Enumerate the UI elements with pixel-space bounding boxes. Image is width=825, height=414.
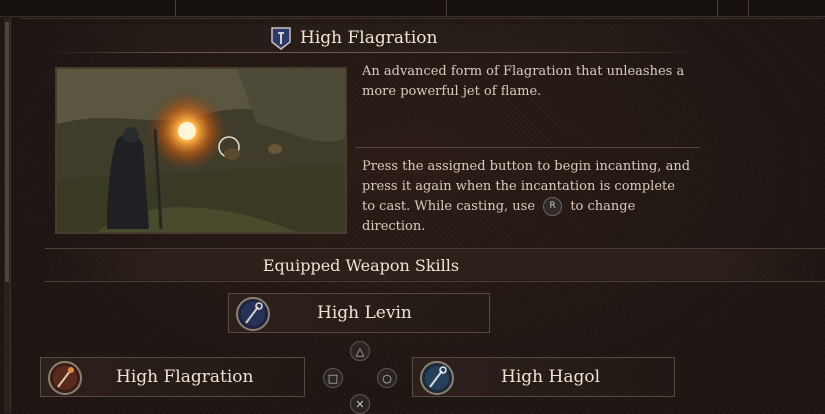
skill-slot-right[interactable]: High Hagol	[412, 357, 675, 397]
top-tab-bar	[0, 0, 825, 17]
scrollbar[interactable]	[4, 16, 11, 413]
frost-staff-skill-icon	[420, 361, 454, 395]
square-button-icon: □	[323, 368, 343, 388]
skill-slot-left[interactable]: High Flagration	[40, 357, 305, 397]
top-tab-3[interactable]	[447, 0, 718, 16]
cross-button-icon: ✕	[350, 394, 370, 414]
equipped-weapon-skills-title: Equipped Weapon Skills	[262, 256, 460, 275]
skill-description: An advanced form of Flagration that unle…	[362, 64, 685, 99]
skill-preview-scene	[57, 69, 345, 232]
skill-slot-top[interactable]: High Levin	[228, 293, 490, 333]
skill-slot-top-label: High Levin	[317, 303, 412, 323]
skill-slot-left-label: High Flagration	[116, 367, 254, 387]
top-tab-4[interactable]	[718, 0, 749, 16]
r-stick-button-icon: R	[543, 197, 563, 216]
section-divider-bottom	[45, 281, 825, 282]
description-divider	[355, 147, 700, 148]
instructions-text-before: Press the assigned button to begin incan…	[362, 159, 691, 214]
triangle-button-icon: △	[350, 341, 370, 361]
skill-title: High Flagration	[270, 26, 437, 50]
incantation-badge-icon	[271, 27, 291, 50]
section-divider-top	[45, 248, 825, 249]
frame-divider	[20, 18, 822, 19]
skill-header-divider	[45, 52, 700, 53]
skill-instructions: Press the assigned button to begin incan…	[362, 157, 692, 237]
skill-preview-image	[55, 67, 347, 234]
skill-slot-right-label: High Hagol	[501, 367, 601, 387]
top-tab-2[interactable]	[176, 0, 447, 16]
top-tab-1[interactable]	[0, 0, 176, 16]
scrollbar-thumb[interactable]	[5, 22, 9, 282]
flame-staff-skill-icon	[48, 361, 82, 395]
circle-button-icon: ○	[377, 368, 397, 388]
skill-name: High Flagration	[300, 28, 438, 48]
staff-skill-icon	[236, 297, 270, 331]
